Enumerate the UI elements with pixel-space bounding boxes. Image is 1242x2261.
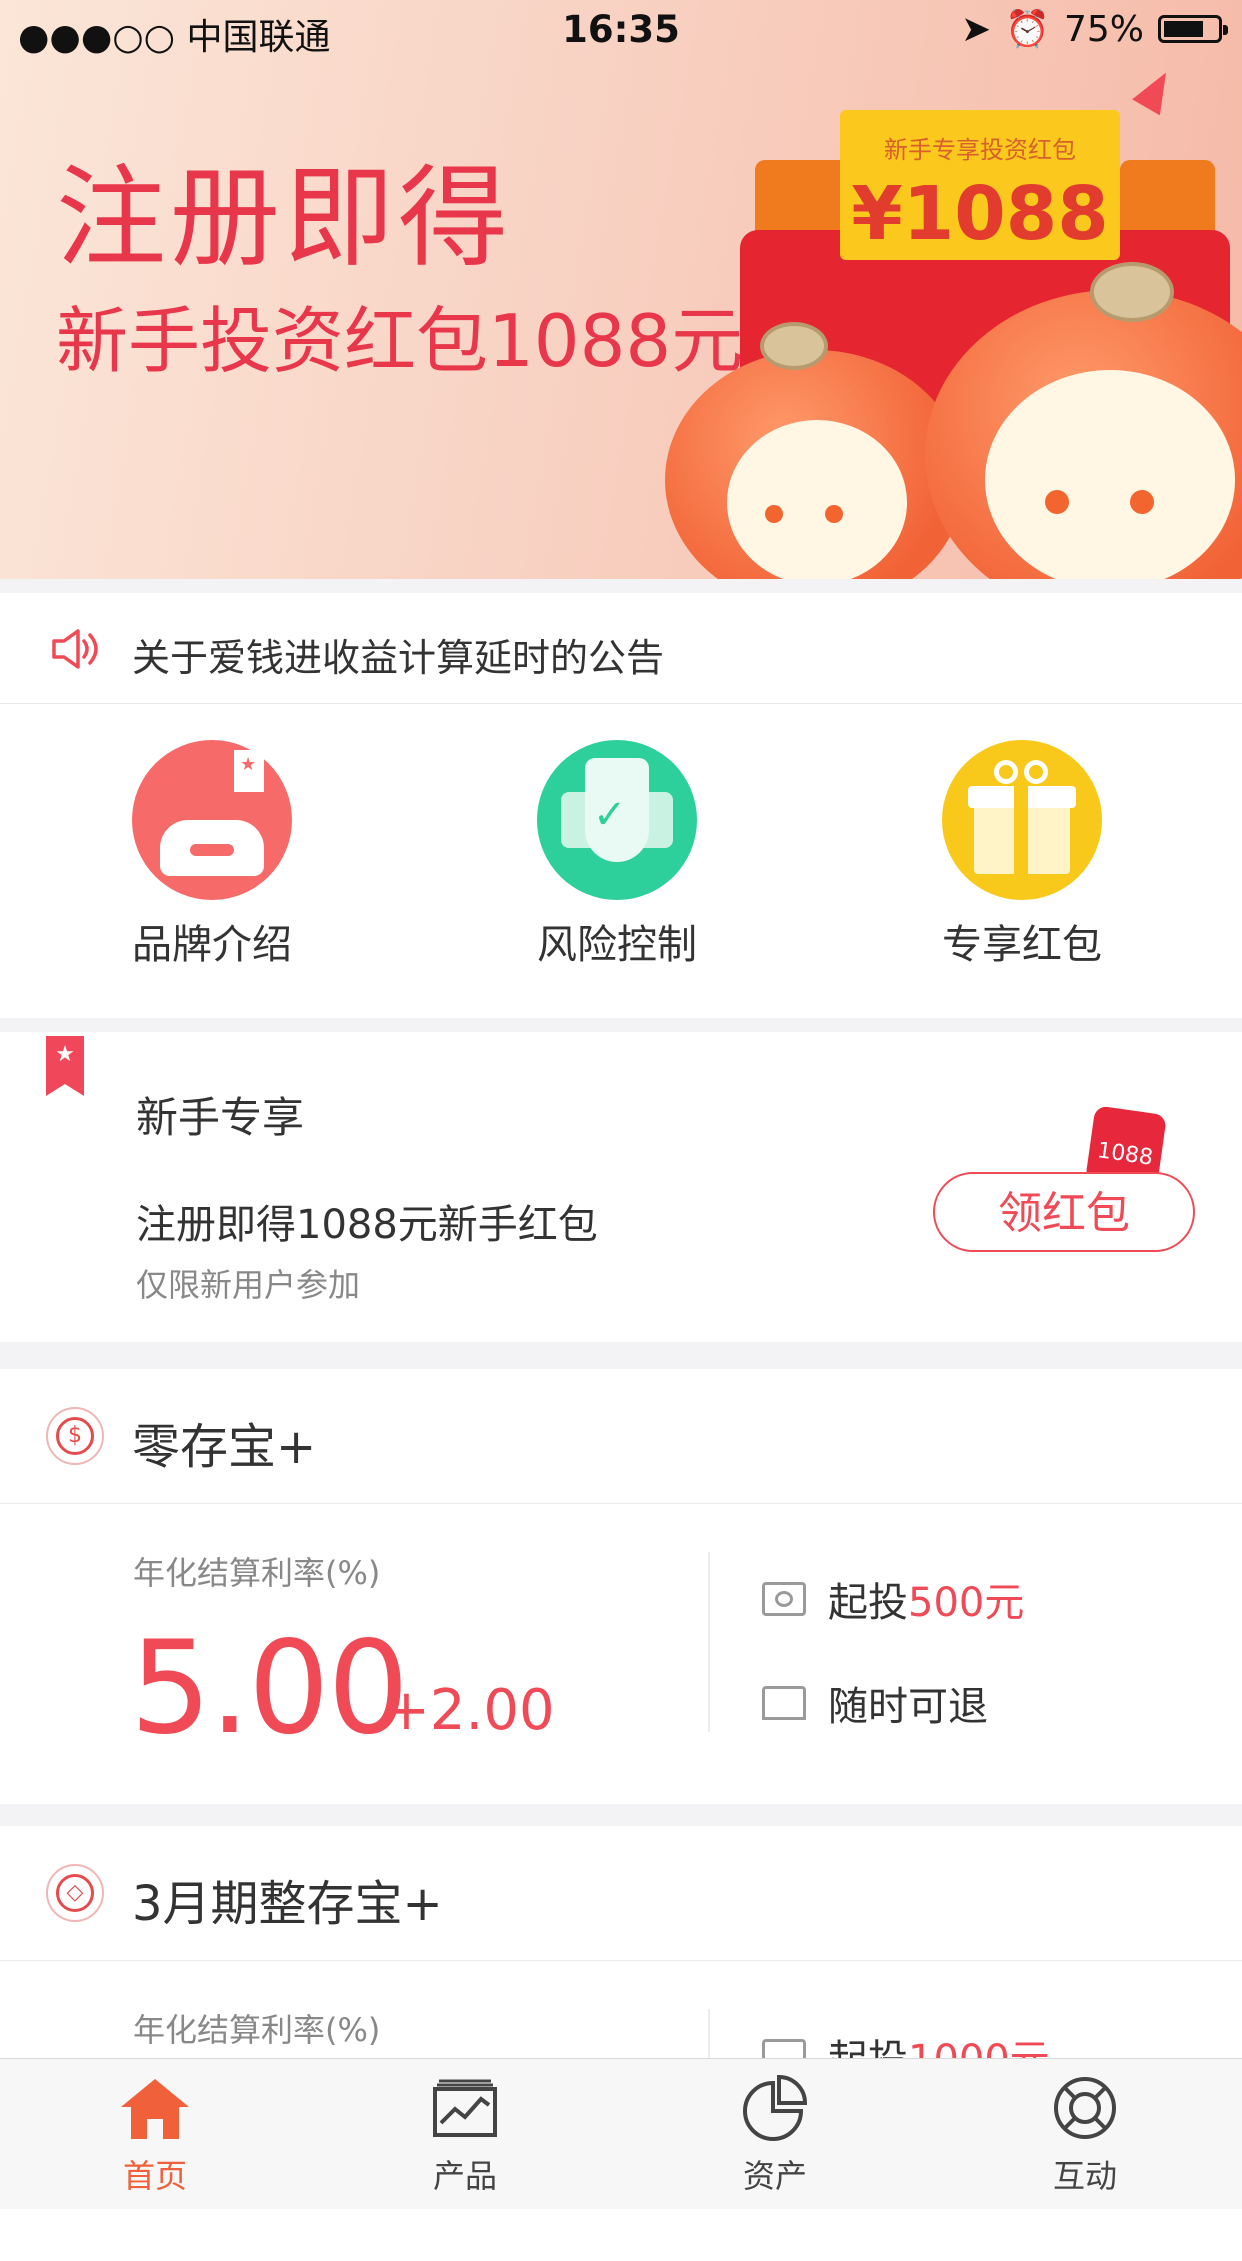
envelope-text: 1088 <box>1095 1138 1155 1171</box>
quick-entry-brand[interactable]: ★ 品牌介绍 <box>52 740 372 970</box>
chart-icon <box>433 2079 497 2137</box>
coupon-ticket: 新手专享投资红包 ¥1088 <box>840 110 1120 260</box>
notice-bar[interactable]: 关于爱钱进收益计算延时的公告 <box>0 593 1242 704</box>
quick-entry-label: 品牌介绍 <box>132 922 292 968</box>
pig-brand-icon: ★ <box>132 740 292 900</box>
feature-withdraw: 随时可退 <box>762 1674 988 1732</box>
banner-headline: 注册即得 <box>56 154 512 282</box>
rate-value: 5.00 <box>130 1614 409 1763</box>
new-user-card[interactable]: ★ 新手专享 注册即得1088元新手红包 仅限新用户参加 1088 领红包 <box>0 1032 1242 1342</box>
product-name: 3月期整存宝+ <box>132 1876 443 1932</box>
lifebuoy-icon <box>1054 2077 1116 2139</box>
coin-icon <box>1090 262 1174 322</box>
divider <box>708 1552 710 1732</box>
gift-icon <box>942 740 1102 900</box>
feature-min-invest: 起投500元 <box>762 1570 1024 1628</box>
home-icon <box>121 2079 189 2139</box>
speaker-icon <box>52 629 98 669</box>
diamond-icon: ◇ <box>46 1864 104 1922</box>
ticket-title: 新手专享投资红包 <box>884 136 1076 164</box>
product-header[interactable]: ◇ 3月期整存宝+ <box>0 1826 1242 1961</box>
new-user-note: 仅限新用户参加 <box>136 1266 361 1304</box>
new-user-title: 新手专享 <box>136 1093 305 1142</box>
product-header[interactable]: $ 零存宝+ <box>0 1369 1242 1504</box>
feature-highlight: 500元 <box>908 1580 1025 1626</box>
tab-label: 互动 <box>1052 2157 1117 2195</box>
notice-text: 关于爱钱进收益计算延时的公告 <box>132 636 665 680</box>
tab-products[interactable]: 产品 <box>310 2075 620 2197</box>
feature-prefix: 随时可退 <box>828 1684 988 1730</box>
quick-entries: ★ 品牌介绍 ✓ 风险控制 专享红包 <box>0 704 1242 1018</box>
shield-check-icon: ✓ <box>537 740 697 900</box>
location-icon: ➤ <box>960 8 992 50</box>
new-user-description: 注册即得1088元新手红包 <box>136 1202 598 1248</box>
status-right: ➤ ⏰ 75% <box>960 8 1228 50</box>
product-card[interactable]: 年化结算利率(%) 5.00 +2.00 起投500元 随时可退 <box>0 1504 1242 1804</box>
receipt-icon <box>762 1686 806 1720</box>
cash-icon <box>762 1582 806 1616</box>
quick-entry-label: 专享红包 <box>942 922 1102 968</box>
pie-icon <box>743 2074 808 2141</box>
rate-label: 年化结算利率(%) <box>133 1554 381 1592</box>
status-bar: ●●●○○ 中国联通 16:35 ➤ ⏰ 75% <box>0 0 1242 64</box>
battery-icon <box>1158 15 1228 43</box>
tab-interact[interactable]: 互动 <box>930 2075 1240 2197</box>
tab-bar: 首页 产品 资产 互动 <box>0 2058 1242 2209</box>
rate-label: 年化结算利率(%) <box>133 2011 381 2049</box>
confetti-icon <box>1132 64 1180 116</box>
claim-redpacket-button[interactable]: 领红包 <box>933 1172 1195 1252</box>
feature-prefix: 起投 <box>828 1580 908 1626</box>
dollar-icon: $ <box>46 1407 104 1465</box>
quick-entry-risk[interactable]: ✓ 风险控制 <box>457 740 777 970</box>
tab-label: 资产 <box>742 2157 807 2195</box>
product-name: 零存宝+ <box>132 1419 317 1475</box>
tab-label: 首页 <box>122 2157 187 2195</box>
rate-bonus: +2.00 <box>383 1678 555 1743</box>
quick-entry-redpacket[interactable]: 专享红包 <box>862 740 1182 970</box>
tab-home[interactable]: 首页 <box>0 2075 310 2197</box>
tab-label: 产品 <box>432 2157 497 2195</box>
tab-assets[interactable]: 资产 <box>620 2074 930 2197</box>
banner-subline: 新手投资红包1088元 <box>56 299 744 383</box>
promo-banner[interactable]: 注册即得 新手投资红包1088元 新手专享投资红包 ¥1088 <box>0 0 1242 579</box>
battery-percent: 75% <box>1063 8 1144 50</box>
coin-icon <box>760 322 828 370</box>
ticket-amount: ¥1088 <box>851 171 1109 257</box>
ribbon-star-icon: ★ <box>46 1036 84 1096</box>
quick-entry-label: 风险控制 <box>537 922 697 968</box>
alarm-icon: ⏰ <box>1005 9 1050 50</box>
